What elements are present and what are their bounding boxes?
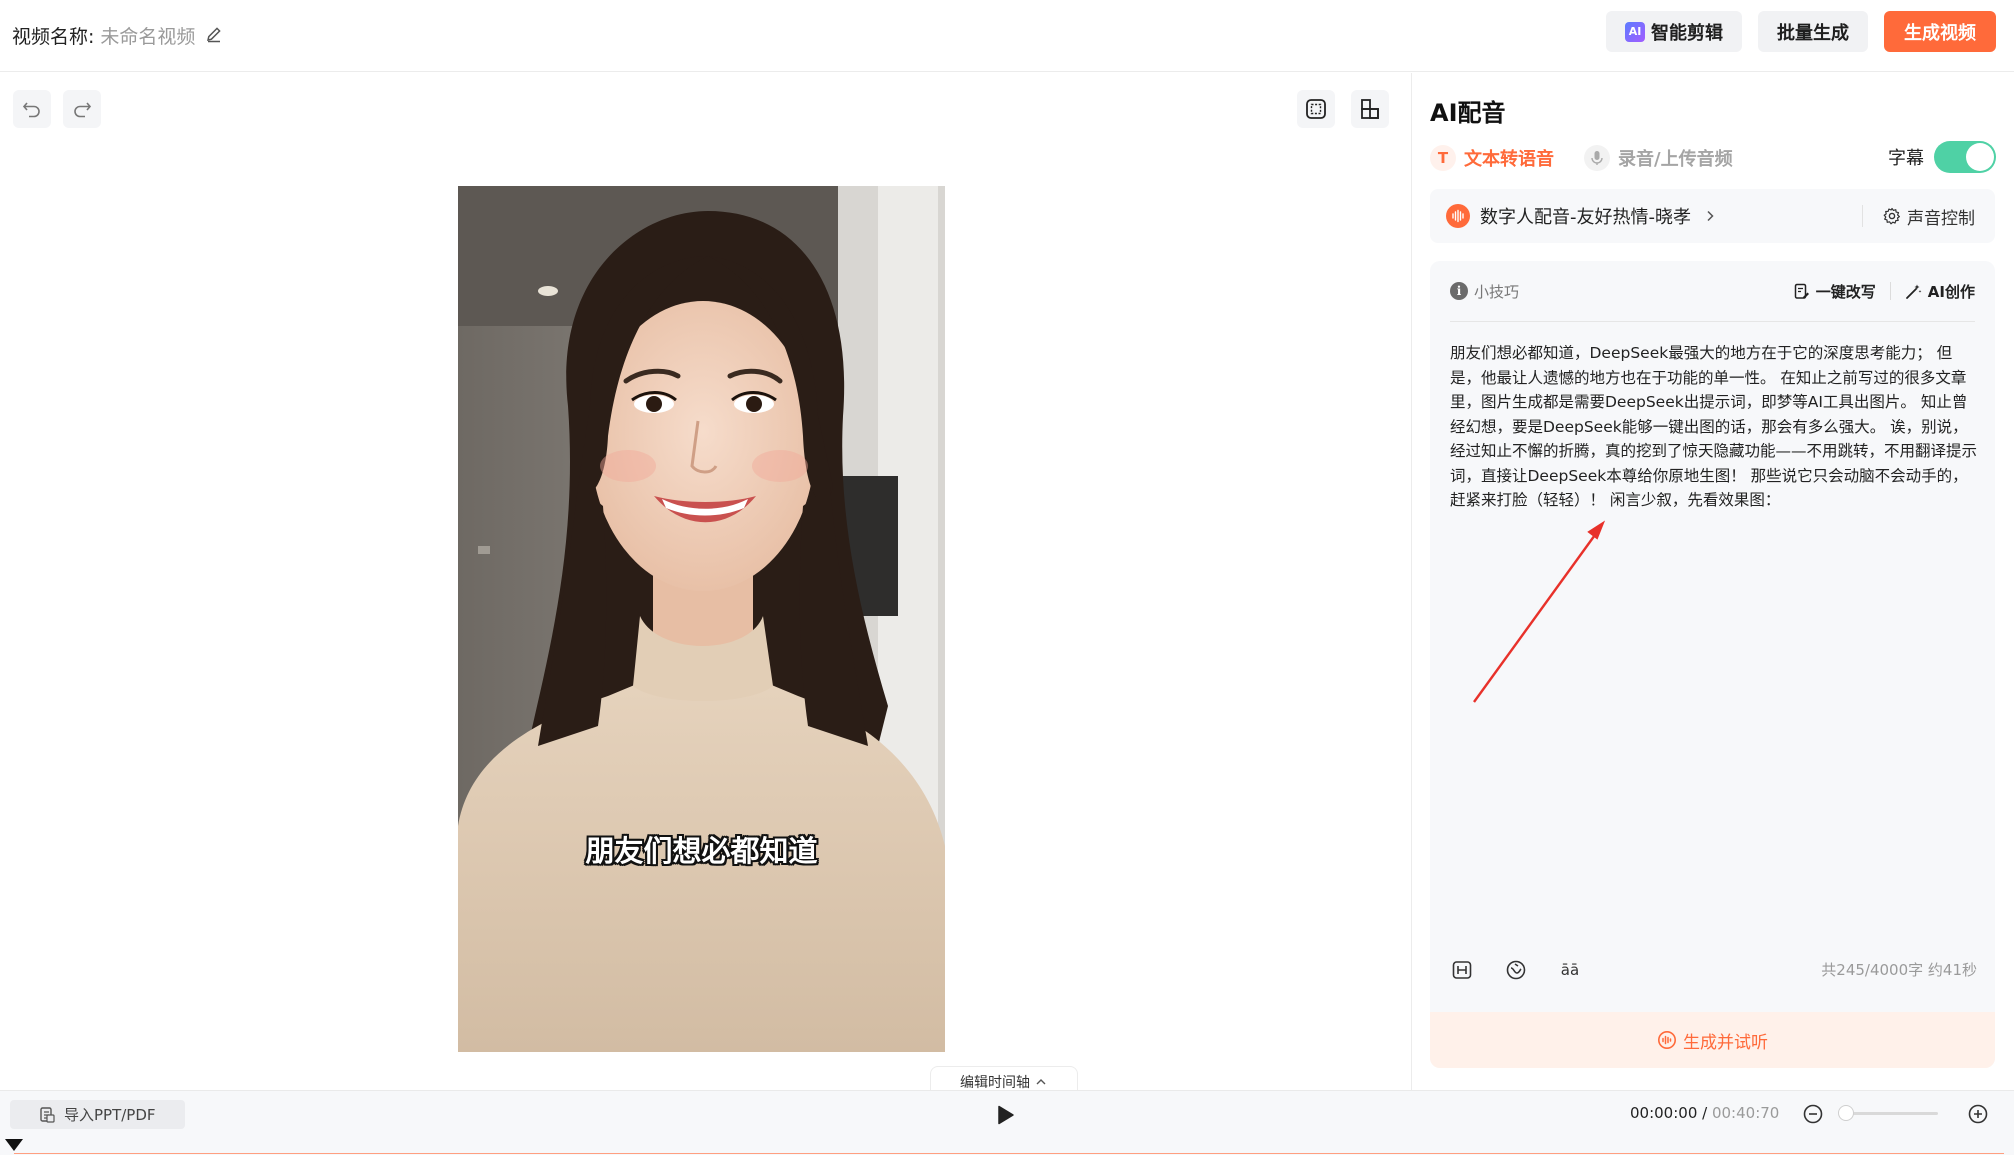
voice-name: 数字人配音-友好热情-晓孝 <box>1480 207 1691 228</box>
voice-control-button[interactable]: 声音控制 <box>1883 189 1975 243</box>
audio-play-icon <box>1658 1031 1676 1049</box>
ai-create-label: AI创作 <box>1927 282 1975 301</box>
tab-record-upload-label: 录音/上传音频 <box>1618 149 1733 170</box>
import-label: 导入PPT/PDF <box>64 1106 156 1124</box>
editor-toolbar: āā <box>1450 958 1582 982</box>
time-separator: / <box>1697 1104 1712 1122</box>
undo-button[interactable] <box>13 90 51 128</box>
bottom-bar: 导入PPT/PDF 00:00:00 / 00:40:70 <box>0 1090 2014 1155</box>
speed-button[interactable] <box>1504 958 1528 982</box>
editor-header: i 小技巧 一键改写 AI创作 <box>1430 261 1995 321</box>
generate-video-button[interactable]: 生成视频 <box>1884 11 1996 52</box>
zoom-slider[interactable] <box>1838 1105 1938 1121</box>
script-textarea[interactable]: 朋友们想必都知道，DeepSeek最强大的地方在于它的深度思考能力； 但是，他最… <box>1450 341 1981 513</box>
subtitle-toggle-row: 字幕 <box>1888 141 1996 173</box>
rewrite-label: 一键改写 <box>1815 282 1876 301</box>
presenter-image <box>458 186 945 1052</box>
playhead-marker-icon[interactable] <box>4 1138 24 1154</box>
pencil-edit-icon[interactable] <box>205 25 225 45</box>
mic-icon <box>1584 145 1610 171</box>
edit-timeline-label: 编辑时间轴 <box>960 1074 1030 1091</box>
tab-record-upload[interactable]: 录音/上传音频 <box>1584 145 1733 171</box>
speed-dial-icon <box>1506 960 1526 980</box>
pause-bracket-icon <box>1452 961 1472 979</box>
time-total: 00:40:70 <box>1711 1104 1780 1122</box>
tips-label: 小技巧 <box>1474 282 1520 301</box>
canvas-area: 朋友们想必都知道 编辑时间轴 <box>0 73 1410 1096</box>
video-name-label: 视频名称: <box>12 25 95 48</box>
zoom-in-icon[interactable] <box>1967 1103 1989 1125</box>
ai-badge-icon: AI <box>1625 21 1645 42</box>
video-name-value[interactable]: 未命名视频 <box>100 22 195 49</box>
rewrite-button[interactable]: 一键改写 <box>1793 281 1876 302</box>
zoom-out-icon[interactable] <box>1802 1103 1824 1125</box>
dubbing-tabs: T 文本转语音 录音/上传音频 <box>1430 145 1733 171</box>
voice-selector[interactable]: 数字人配音-友好热情-晓孝 声音控制 <box>1430 189 1995 243</box>
rewrite-doc-icon <box>1794 283 1809 299</box>
subtitle-toggle-label: 字幕 <box>1888 148 1924 169</box>
info-icon: i <box>1450 282 1468 300</box>
top-bar: 视频名称: 未命名视频 AI 智能剪辑 批量生成 生成视频 <box>0 0 2014 72</box>
editor-divider <box>1450 321 1975 322</box>
undo-icon <box>22 102 40 118</box>
gear-icon <box>1883 207 1900 225</box>
tab-text-to-speech[interactable]: T 文本转语音 <box>1430 145 1554 171</box>
magic-wand-icon <box>1905 284 1922 299</box>
select-frame-icon <box>1306 99 1326 119</box>
generate-and-listen-button[interactable]: 生成并试听 <box>1430 1012 1995 1068</box>
script-editor: i 小技巧 一键改写 AI创作 朋友们想必都知道，DeepSeek最强大的地方在… <box>1430 261 1995 1068</box>
chevron-up-icon <box>1036 1078 1046 1084</box>
subtitle-toggle-switch[interactable] <box>1934 141 1996 173</box>
import-ppt-pdf-button[interactable]: 导入PPT/PDF <box>10 1100 185 1129</box>
sound-wave-icon <box>1446 204 1470 228</box>
text-t-icon: T <box>1430 145 1456 171</box>
voice-divider <box>1862 205 1863 227</box>
layout-icon <box>1361 99 1379 119</box>
pause-insert-button[interactable] <box>1450 958 1474 982</box>
time-readout: 00:00:00 / 00:40:70 <box>1630 1104 1779 1122</box>
redo-icon <box>74 102 92 118</box>
top-actions: AI 智能剪辑 批量生成 生成视频 <box>1606 11 1996 52</box>
document-icon <box>40 1107 55 1123</box>
video-preview[interactable]: 朋友们想必都知道 <box>458 186 945 1052</box>
panel-title: AI配音 <box>1430 99 1506 127</box>
chevron-right-icon <box>1707 210 1714 222</box>
ai-dubbing-panel: AI配音 T 文本转语音 录音/上传音频 字幕 数字人配音-友好热情-晓孝 声音… <box>1411 73 2014 1090</box>
tab-text-to-speech-label: 文本转语音 <box>1464 149 1554 170</box>
tips-link[interactable]: i 小技巧 <box>1450 281 1519 302</box>
layout-button[interactable] <box>1351 90 1389 128</box>
zoom-slider-handle[interactable] <box>1838 1105 1854 1121</box>
toggle-knob <box>1966 143 1994 171</box>
timeline-track[interactable] <box>14 1153 2004 1154</box>
video-subtitle-text: 朋友们想必都知道 <box>585 834 818 868</box>
select-area-button[interactable] <box>1297 90 1335 128</box>
play-icon[interactable] <box>993 1103 1017 1127</box>
generate-and-listen-label: 生成并试听 <box>1683 1032 1768 1053</box>
voice-control-label: 声音控制 <box>1907 208 1975 229</box>
time-current: 00:00:00 <box>1630 1104 1698 1122</box>
batch-generate-button[interactable]: 批量生成 <box>1758 11 1868 52</box>
redo-button[interactable] <box>63 90 101 128</box>
character-count: 共245/4000字 约41秒 <box>1821 961 1977 979</box>
video-title-area: 视频名称: 未命名视频 <box>12 18 225 52</box>
action-separator <box>1889 282 1891 300</box>
editor-actions: 一键改写 AI创作 <box>1793 261 1975 321</box>
smart-edit-button[interactable]: AI 智能剪辑 <box>1606 11 1742 52</box>
smart-edit-label: 智能剪辑 <box>1651 22 1723 44</box>
ai-create-button[interactable]: AI创作 <box>1905 281 1975 302</box>
pinyin-button[interactable]: āā <box>1558 958 1582 982</box>
